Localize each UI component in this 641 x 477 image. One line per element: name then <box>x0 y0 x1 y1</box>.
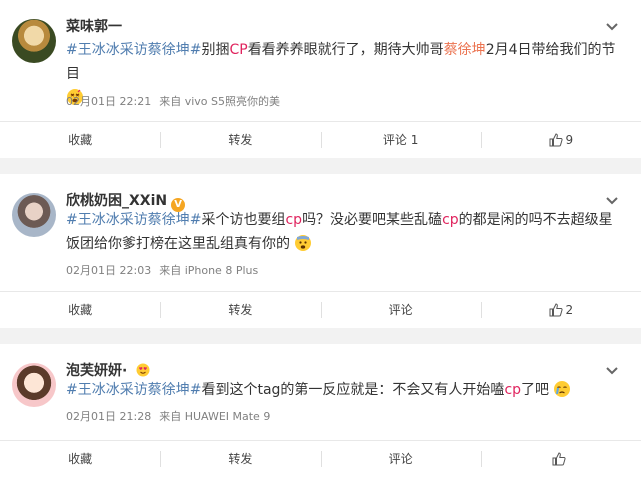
comment-card: 菜味郭一 #王冰冰采访蔡徐坤#别捆CP看看养养眼就行了，期待大帅哥蔡徐坤2月4日… <box>0 0 641 158</box>
comment-text: #王冰冰采访蔡徐坤#看到这个tag的第一反应就是：不会又有人开始嗑cp了吧 <box>66 378 626 402</box>
username[interactable]: 菜味郭一 <box>66 16 122 36</box>
chevron-down-icon[interactable] <box>605 194 619 208</box>
thumbs-up-icon <box>552 452 566 466</box>
thumbs-up-icon <box>549 303 563 317</box>
comment-button[interactable]: 评论 <box>320 441 481 477</box>
timestamp: 02月01日 22:21 <box>66 95 152 108</box>
action-bar: 收藏 转发 评论 <box>0 440 641 477</box>
like-count: 9 <box>565 133 574 147</box>
comment-text: #王冰冰采访蔡徐坤#采个访也要组cp吗？没必要吧某些乱磕cp的都是闲的吗不去超级… <box>66 212 613 252</box>
crying-face-emoji <box>554 381 571 397</box>
username[interactable]: 泡芙妍妍· <box>66 360 150 380</box>
heart-eyes-emoji <box>136 363 150 377</box>
chevron-down-icon[interactable] <box>605 20 619 34</box>
comment-meta: 02月01日 22:03 来自 iPhone 8 Plus <box>66 262 258 278</box>
like-count: 2 <box>565 303 574 317</box>
avatar[interactable] <box>12 363 56 407</box>
favorite-button[interactable]: 收藏 <box>0 292 160 328</box>
comment-meta: 02月01日 22:21 来自 vivo S5照亮你的美 <box>66 93 280 109</box>
comment-button[interactable]: 评论 1 <box>320 122 481 158</box>
comment-card: 欣桃奶困_XXiN V #王冰冰采访蔡徐坤#采个访也要组cp吗？没必要吧某些乱磕c… <box>0 174 641 328</box>
action-bar: 收藏 转发 评论 1 9 <box>0 121 641 158</box>
timestamp: 02月01日 21:28 <box>66 410 152 423</box>
repost-button[interactable]: 转发 <box>160 122 320 158</box>
source: 来自 HUAWEI Mate 9 <box>159 410 271 423</box>
repost-button[interactable]: 转发 <box>160 292 320 328</box>
hashtag-link[interactable]: #王冰冰采访蔡徐坤# <box>66 42 201 58</box>
comment-button[interactable]: 评论 <box>320 292 481 328</box>
like-button[interactable] <box>480 441 641 477</box>
comment-card: 泡芙妍妍· #王冰冰采访蔡徐坤#看到这个tag的第一反应就是：不会又有人开始嗑c… <box>0 344 641 477</box>
action-bar: 收藏 转发 评论 2 <box>0 291 641 328</box>
comment-meta: 02月01日 21:28 来自 HUAWEI Mate 9 <box>66 408 270 424</box>
timestamp: 02月01日 22:03 <box>66 264 152 277</box>
chevron-down-icon[interactable] <box>605 364 619 378</box>
repost-button[interactable]: 转发 <box>160 441 320 477</box>
source: 来自 vivo S5照亮你的美 <box>159 95 280 108</box>
like-button[interactable]: 2 <box>480 292 641 328</box>
favorite-button[interactable]: 收藏 <box>0 122 160 158</box>
source: 来自 iPhone 8 Plus <box>159 264 259 277</box>
hashtag-link[interactable]: #王冰冰采访蔡徐坤# <box>66 212 201 228</box>
avatar[interactable] <box>12 19 56 63</box>
avatar[interactable] <box>12 193 56 237</box>
thumbs-up-icon <box>549 133 563 147</box>
fearful-face-emoji <box>295 235 312 251</box>
hashtag-link[interactable]: #王冰冰采访蔡徐坤# <box>66 382 201 398</box>
favorite-button[interactable]: 收藏 <box>0 441 160 477</box>
like-button[interactable]: 9 <box>480 122 641 158</box>
